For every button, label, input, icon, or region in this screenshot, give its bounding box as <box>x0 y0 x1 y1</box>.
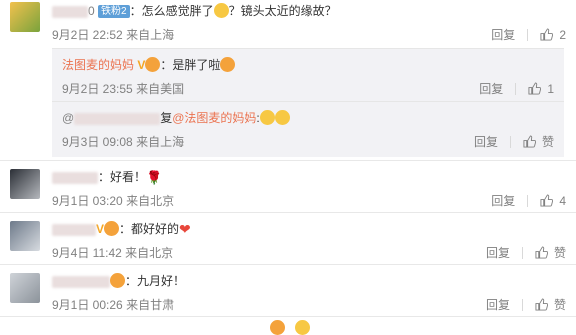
reply-button[interactable]: 回复 <box>486 244 510 261</box>
comment-text: ：怎么感觉胖了 <box>129 4 214 18</box>
laughing-emoji-icon <box>259 110 275 125</box>
reply-button[interactable]: 回复 <box>479 80 503 97</box>
laughing-emoji-icon <box>274 110 290 125</box>
reply-word: 复 <box>160 111 173 125</box>
reply-time: 9月3日 09:08 <box>62 135 133 149</box>
member-badge-icon <box>104 221 120 236</box>
comment-item: V ：都好好的❤ 9月4日 11:42 来自北京 回复 赞 <box>0 213 576 263</box>
reply-button[interactable]: 回复 <box>486 296 510 313</box>
username-blurred[interactable] <box>52 171 98 184</box>
avatar[interactable] <box>10 221 40 251</box>
divider <box>527 28 529 41</box>
comment-text: ：都好好的 <box>119 222 180 236</box>
avatar[interactable] <box>10 2 40 32</box>
like-button[interactable]: 赞 <box>535 296 566 313</box>
thumbs-up-icon <box>523 135 536 148</box>
avatar[interactable] <box>10 273 40 303</box>
reply-time: 9月2日 23:55 <box>62 82 133 96</box>
comment-time: 9月2日 22:52 <box>52 28 123 42</box>
avatar[interactable] <box>10 169 40 199</box>
reply-thread: 法图麦的妈妈 V ：是胖了啦 9月2日 23:55 来自美国 回复 1 @ 复@法图… <box>52 48 564 157</box>
comment-source: 来自甘肃 <box>126 298 175 312</box>
comment-text-2: ？镜头太近的缘故？ <box>228 4 337 18</box>
comment-text: ：好看！ <box>98 170 147 184</box>
username-blurred[interactable] <box>52 223 96 236</box>
heart-emoji-icon: ❤ <box>179 221 191 237</box>
laughing-emoji-icon <box>213 3 229 18</box>
divider <box>0 316 576 317</box>
like-count: 2 <box>559 27 566 42</box>
reply-username[interactable]: 法图麦的妈妈 <box>62 58 134 72</box>
mention-link[interactable]: @法图麦的妈妈 <box>172 111 256 125</box>
v-badge-icon: V <box>137 58 146 72</box>
comment-time: 9月1日 00:26 <box>52 298 123 312</box>
v-badge-icon: V <box>96 222 105 236</box>
comment-source: 来自北京 <box>125 246 174 260</box>
reply-button[interactable]: 回复 <box>474 133 498 150</box>
like-count: 1 <box>547 81 554 96</box>
thumbs-up-icon <box>540 28 554 41</box>
thumbs-up-icon <box>535 298 548 311</box>
like-button[interactable]: 2 <box>540 28 566 42</box>
divider <box>527 194 529 207</box>
comment-time: 9月1日 03:20 <box>52 194 123 208</box>
username-blurred[interactable] <box>52 5 88 18</box>
comment-item: ：九月好！ 9月1日 00:26 来自甘肃 回复 赞 <box>0 265 576 315</box>
member-badge-icon <box>110 273 125 288</box>
like-count: 赞 <box>553 246 566 260</box>
divider <box>521 298 523 311</box>
username-blurred[interactable] <box>52 275 110 288</box>
reply-source: 来自美国 <box>136 82 185 96</box>
divider <box>509 135 511 148</box>
like-count: 赞 <box>553 298 566 312</box>
divider <box>52 101 564 102</box>
comment-text: ：九月好！ <box>125 274 186 288</box>
like-button[interactable]: 赞 <box>535 244 566 261</box>
member-badge-icon <box>145 57 161 72</box>
comment-item: 0 铁粉2 ：怎么感觉胖了 ？镜头太近的缘故？ 9月2日 22:52 来自上海 回复… <box>0 0 576 50</box>
comment-source: 来自北京 <box>126 194 175 208</box>
username-suffix: 0 <box>88 4 95 18</box>
like-button[interactable]: 赞 <box>523 133 554 150</box>
comment-time: 9月4日 11:42 <box>52 246 122 260</box>
laughing-emoji-icon <box>220 57 236 72</box>
rose-emoji-icon: 🌹 <box>146 170 163 185</box>
thumbs-up-icon <box>540 194 554 207</box>
like-count: 赞 <box>541 135 554 149</box>
reply-button[interactable]: 回复 <box>491 26 515 43</box>
thumbs-up-icon <box>528 82 542 95</box>
reply-button[interactable]: 回复 <box>491 192 515 209</box>
like-count: 4 <box>559 193 566 208</box>
like-button[interactable]: 4 <box>540 194 566 208</box>
like-button[interactable]: 1 <box>528 82 554 96</box>
fan-badge: 铁粉2 <box>98 5 130 18</box>
divider <box>521 246 523 259</box>
divider <box>515 82 517 95</box>
reply-source: 来自上海 <box>136 135 185 149</box>
reply-text: ：是胖了啦 <box>160 58 221 72</box>
reply-username-prefix: @ <box>62 111 75 125</box>
thumbs-up-icon <box>535 246 548 259</box>
comment-source: 来自上海 <box>126 28 175 42</box>
username-blurred[interactable] <box>74 112 161 125</box>
comment-item: ：好看！🌹 9月1日 03:20 来自北京 回复 4 <box>0 161 576 211</box>
